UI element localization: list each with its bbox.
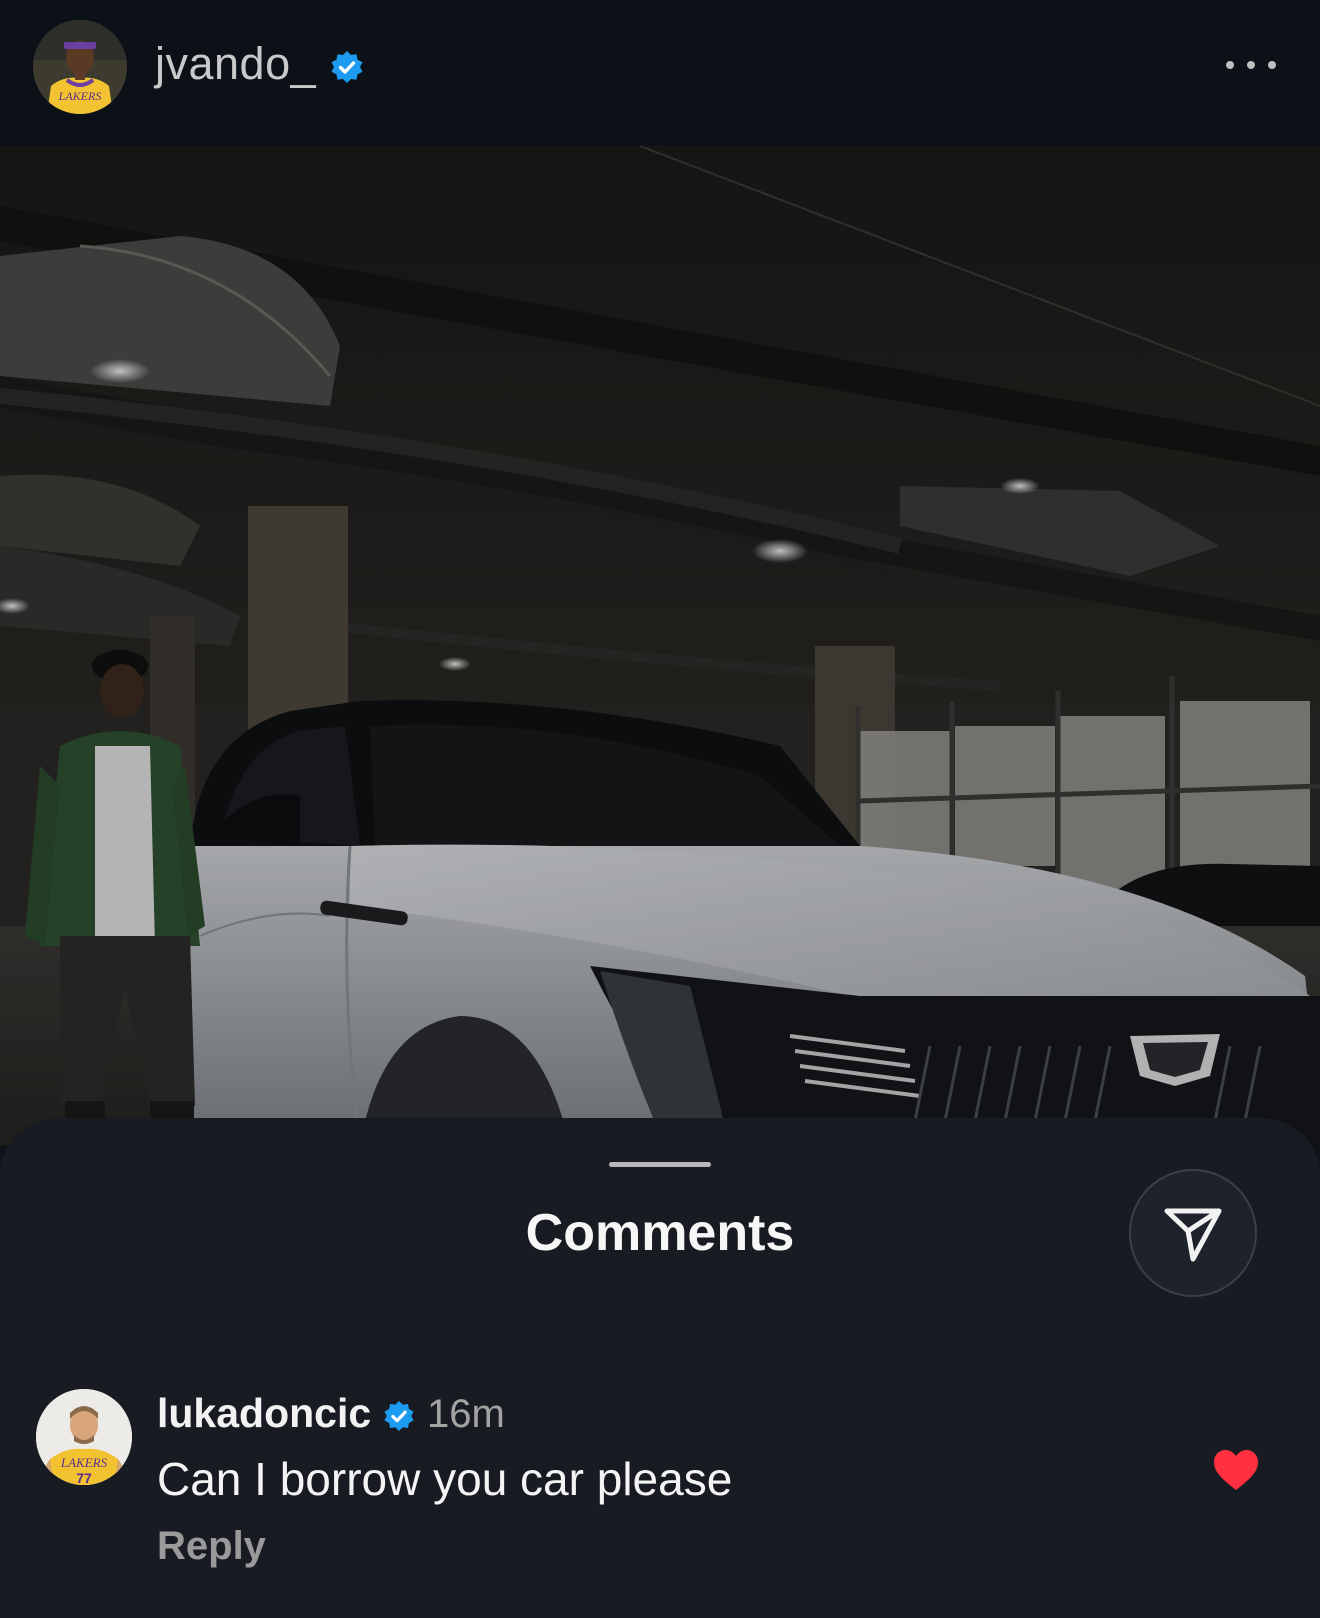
more-options-button[interactable] [1226,52,1276,78]
share-button[interactable] [1129,1169,1257,1297]
svg-text:LAKERS: LAKERS [60,1455,108,1470]
author-avatar[interactable]: LAKERS [33,20,127,114]
reply-button[interactable]: Reply [157,1524,266,1569]
sheet-drag-handle[interactable] [609,1162,711,1167]
heart-icon[interactable] [1212,1448,1260,1492]
verified-badge-icon [331,51,363,83]
ellipsis-icon [1226,61,1234,69]
svg-text:77: 77 [76,1470,92,1485]
verified-badge-icon [384,1400,414,1432]
comments-title: Comments [525,1204,795,1262]
commenter-username[interactable]: lukadoncic [157,1390,371,1437]
author-username[interactable]: jvando_ [155,38,316,90]
commenter-avatar[interactable]: LAKERS 77 [36,1389,132,1485]
comment-text: Can I borrow you car please [157,1453,733,1505]
svg-text:LAKERS: LAKERS [58,89,102,103]
post-photo[interactable] [0,146,1320,1146]
comment-timestamp: 16m [427,1392,505,1436]
send-icon [1164,1208,1222,1262]
